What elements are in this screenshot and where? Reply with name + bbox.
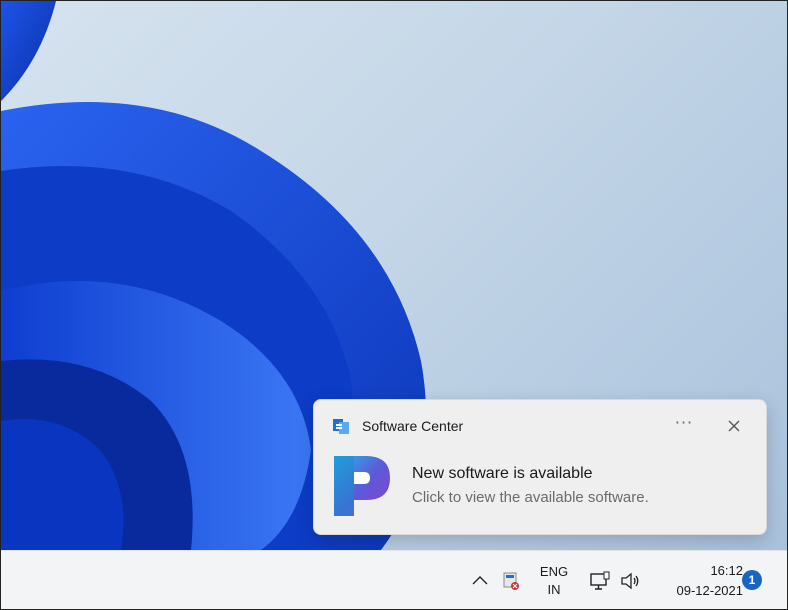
language-indicator[interactable]: ENG IN [531, 563, 577, 599]
notification-count-badge[interactable]: 1 [742, 570, 762, 590]
software-center-icon [333, 419, 349, 434]
network-icon[interactable] [589, 571, 611, 591]
software-center-logo [334, 456, 390, 516]
toast-body: Click to view the available software. [412, 489, 649, 506]
software-center-tray-icon[interactable] [501, 571, 521, 591]
screen: Software Center ··· New software is avai… [0, 0, 788, 610]
language-code: ENG [539, 564, 569, 579]
chevron-up-icon[interactable] [471, 573, 489, 587]
more-options-button[interactable]: ··· [672, 414, 696, 436]
clock-date: 09-12-2021 [676, 583, 744, 598]
taskbar: ENG IN 16:12 09-12-2021 1 [1, 550, 787, 609]
volume-icon[interactable] [620, 572, 640, 590]
region-code: IN [547, 582, 561, 597]
clock[interactable]: 16:12 09-12-2021 [653, 561, 744, 601]
toast-title: New software is available [412, 465, 593, 482]
notification-toast[interactable]: Software Center ··· New software is avai… [313, 399, 767, 535]
close-icon[interactable] [722, 414, 746, 438]
clock-time: 16:12 [710, 563, 743, 578]
toast-app-name: Software Center [362, 418, 464, 434]
